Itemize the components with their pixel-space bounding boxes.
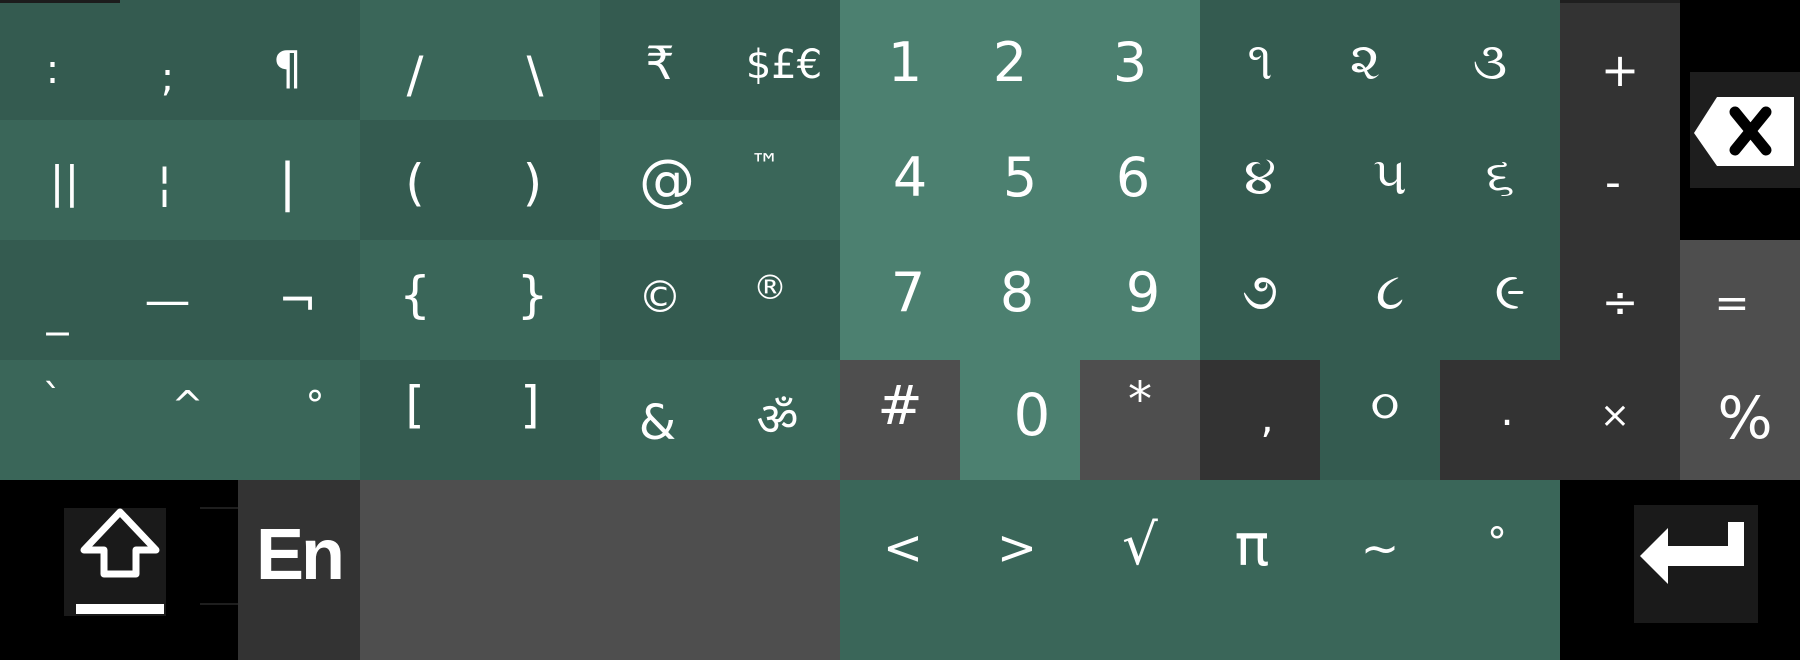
key-pi[interactable]: π (1192, 480, 1312, 610)
key-caret[interactable]: ^ (135, 360, 240, 450)
key-native-2[interactable]: ૨ (1305, 0, 1425, 125)
key-om[interactable]: ॐ (720, 360, 835, 475)
key-3[interactable]: 3 (1070, 0, 1190, 125)
key-backtick[interactable]: ` (0, 360, 105, 440)
key-native-6[interactable]: ૬ (1440, 120, 1560, 235)
key-1[interactable]: 1 (845, 0, 965, 125)
key-language[interactable]: En (238, 480, 360, 630)
enter-return-icon (1634, 505, 1758, 623)
key-native-5[interactable]: ૫ (1330, 120, 1450, 235)
spacebar-key[interactable] (360, 480, 840, 660)
key-8[interactable]: 8 (957, 240, 1077, 345)
key-pilcrow[interactable]: ¶ (235, 0, 340, 135)
key-open-bracket[interactable]: [ (360, 360, 470, 450)
key-square-root[interactable]: √ (1080, 480, 1200, 610)
key-double-bar[interactable]: || (12, 120, 117, 245)
key-rupee[interactable]: ₹ (600, 0, 720, 125)
backspace-key[interactable] (1680, 0, 1800, 240)
enter-key[interactable] (1560, 480, 1800, 660)
key-not-sign[interactable]: ¬ (245, 240, 350, 360)
key-5[interactable]: 5 (960, 120, 1080, 235)
key-2[interactable]: 2 (950, 0, 1070, 125)
key-tilde[interactable]: ~ (1320, 480, 1440, 615)
shift-arrow-up-icon (64, 507, 238, 616)
key-6[interactable]: 6 (1073, 120, 1193, 235)
key-em-dash[interactable]: — (115, 240, 220, 360)
key-less-than[interactable]: < (843, 480, 963, 615)
key-native-3[interactable]: ૩ (1430, 0, 1550, 125)
backspace-icon (1690, 72, 1800, 188)
key-4[interactable]: 4 (850, 120, 970, 235)
key-open-paren[interactable]: ( (360, 120, 470, 245)
key-native-1[interactable]: ૧ (1200, 0, 1320, 125)
key-0[interactable]: 0 (972, 360, 1092, 470)
key-native-4[interactable]: ૪ (1200, 120, 1320, 235)
key-greater-than[interactable]: > (957, 480, 1077, 615)
key-native-9[interactable]: ૯ (1450, 240, 1570, 345)
key-hash[interactable]: # (840, 360, 960, 450)
key-vertical-bar[interactable]: | (235, 120, 340, 245)
key-equals[interactable]: = (1672, 240, 1792, 365)
key-degree[interactable]: ° (265, 360, 365, 450)
key-star[interactable]: * (1080, 360, 1200, 440)
key-native-0[interactable]: ૦ (1325, 360, 1445, 450)
key-trademark[interactable]: ™ (710, 120, 820, 210)
key-period[interactable]: . (1447, 360, 1567, 460)
key-colon[interactable]: : (0, 0, 105, 140)
key-7[interactable]: 7 (848, 240, 968, 345)
key-at[interactable]: @ (607, 120, 727, 240)
key-registered[interactable]: ® (715, 240, 825, 335)
key-plus[interactable]: + (1560, 0, 1680, 140)
key-currencies[interactable]: $£€ (728, 0, 840, 130)
key-underscore[interactable]: _ (5, 270, 110, 350)
key-native-8[interactable]: ૮ (1330, 240, 1450, 345)
key-copyright[interactable]: © (600, 240, 720, 355)
key-ampersand[interactable]: & (600, 360, 715, 485)
key-percent[interactable]: % (1685, 360, 1800, 475)
key-native-7[interactable]: ૭ (1200, 240, 1320, 345)
key-degree-2[interactable]: ° (1437, 480, 1557, 605)
key-minus[interactable]: - (1553, 120, 1673, 245)
key-broken-bar[interactable]: ¦ (112, 120, 217, 245)
key-close-paren[interactable]: ) (480, 120, 585, 245)
key-close-bracket[interactable]: ] (480, 360, 580, 450)
key-comma[interactable]: , (1207, 360, 1327, 475)
key-times[interactable]: × (1555, 360, 1675, 470)
key-9[interactable]: 9 (1083, 240, 1203, 345)
shift-key[interactable] (0, 480, 238, 660)
key-divide[interactable]: ÷ (1560, 240, 1680, 365)
key-open-brace[interactable]: { (360, 240, 470, 350)
key-close-brace[interactable]: } (480, 240, 585, 350)
